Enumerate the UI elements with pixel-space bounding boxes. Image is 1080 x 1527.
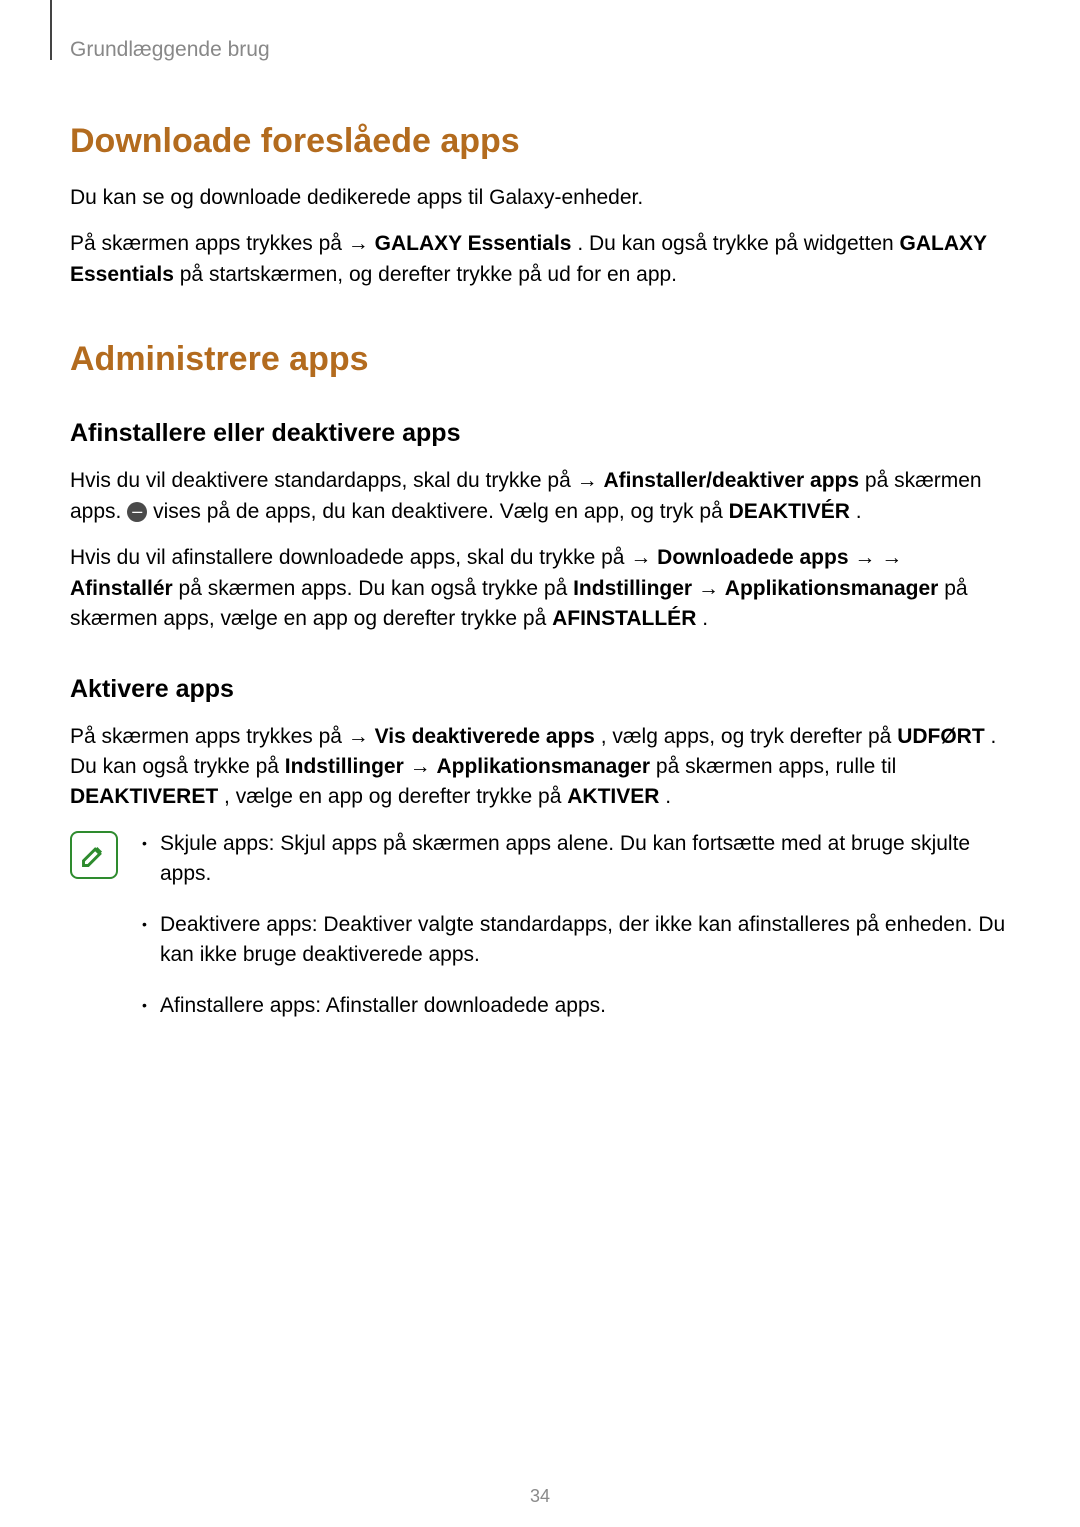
arrow-icon: → bbox=[881, 546, 902, 569]
gutter-line bbox=[50, 0, 52, 60]
download-intro: Du kan se og downloade dedikerede apps t… bbox=[70, 183, 1010, 213]
arrow-icon: → bbox=[348, 725, 375, 748]
text: . Du kan også trykke på widgetten bbox=[577, 232, 899, 255]
bold: DEAKTIVERET bbox=[70, 785, 218, 808]
bold: Afinstallér bbox=[70, 577, 173, 600]
note-box: Skjule apps: Skjul apps på skærmen apps … bbox=[70, 829, 1010, 1041]
activate-p: På skærmen apps trykkes på → Vis deaktiv… bbox=[70, 722, 1010, 813]
text: Hvis du vil deaktivere standardapps, ska… bbox=[70, 469, 577, 492]
bold: Applikationsmanager bbox=[436, 755, 650, 778]
text: . bbox=[702, 607, 708, 630]
text: På skærmen apps trykkes på bbox=[70, 725, 348, 748]
bold: AKTIVER bbox=[567, 785, 659, 808]
heading-uninstall: Afinstallere eller deaktivere apps bbox=[70, 419, 1010, 448]
arrow-icon: → bbox=[410, 755, 437, 778]
heading-admin: Administrere apps bbox=[70, 340, 1010, 379]
note-item: Skjule apps: Skjul apps på skærmen apps … bbox=[138, 829, 1010, 890]
text: på startskærmen, og derefter trykke på bbox=[180, 263, 548, 286]
text: på skærmen apps, rulle til bbox=[656, 755, 896, 778]
arrow-icon: → bbox=[698, 577, 725, 600]
text: , vælg apps, og tryk derefter på bbox=[601, 725, 897, 748]
text: . bbox=[856, 500, 862, 523]
bold: Applikationsmanager bbox=[725, 577, 939, 600]
heading-activate: Aktivere apps bbox=[70, 675, 1010, 704]
bold: AFINSTALLÉR bbox=[552, 607, 696, 630]
uninstall-p1: Hvis du vil deaktivere standardapps, ska… bbox=[70, 466, 1010, 527]
bold: Downloadede apps bbox=[657, 546, 848, 569]
text: vises på de apps, du kan deaktivere. Væl… bbox=[153, 500, 729, 523]
bold: Indstillinger bbox=[573, 577, 692, 600]
page-number: 34 bbox=[0, 1486, 1080, 1507]
text: , vælge en app og derefter trykke på bbox=[224, 785, 567, 808]
arrow-icon: → bbox=[348, 232, 375, 255]
text: . bbox=[665, 785, 671, 808]
heading-download: Downloade foreslåede apps bbox=[70, 122, 1010, 161]
bold: DEAKTIVÉR bbox=[729, 500, 850, 523]
text: Hvis du vil afinstallere downloadede app… bbox=[70, 546, 630, 569]
page: Grundlæggende brug Downloade foreslåede … bbox=[0, 0, 1080, 1527]
note-item: Deaktivere apps: Deaktiver valgte standa… bbox=[138, 910, 1010, 971]
arrow-icon: → bbox=[854, 546, 881, 569]
note-list: Skjule apps: Skjul apps på skærmen apps … bbox=[138, 829, 1010, 1041]
bold: Vis deaktiverede apps bbox=[375, 725, 595, 748]
uninstall-p2: Hvis du vil afinstallere downloadede app… bbox=[70, 543, 1010, 634]
breadcrumb: Grundlæggende brug bbox=[70, 38, 1010, 62]
bold: Indstillinger bbox=[285, 755, 404, 778]
note-icon bbox=[70, 831, 118, 879]
arrow-icon: → bbox=[630, 546, 657, 569]
bold: Afinstaller/deaktiver apps bbox=[603, 469, 859, 492]
bold: UDFØRT bbox=[897, 725, 985, 748]
text: på skærmen apps. Du kan også trykke på bbox=[179, 577, 574, 600]
download-main: På skærmen apps trykkes på → GALAXY Esse… bbox=[70, 229, 1010, 290]
text: ud for en app. bbox=[547, 263, 677, 286]
note-item: Afinstallere apps: Afinstaller downloade… bbox=[138, 991, 1010, 1021]
arrow-icon: → bbox=[577, 469, 604, 492]
bold: GALAXY Essentials bbox=[375, 232, 572, 255]
text: På skærmen apps trykkes på bbox=[70, 232, 348, 255]
minus-icon: – bbox=[127, 502, 147, 522]
pencil-icon bbox=[80, 841, 108, 869]
